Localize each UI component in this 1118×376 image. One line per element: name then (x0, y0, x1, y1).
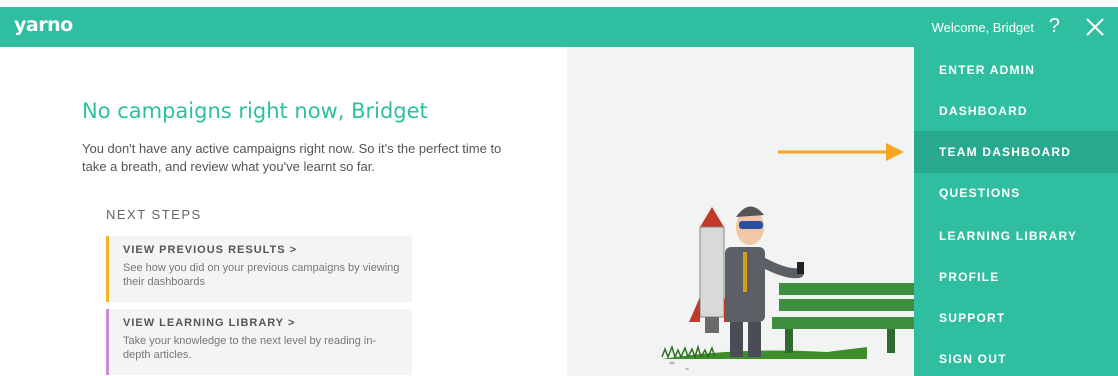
close-icon[interactable] (1084, 13, 1106, 41)
menu-item-enter-admin[interactable]: ENTER ADMIN (914, 49, 1118, 91)
welcome-text: Welcome, Bridget (931, 20, 1034, 35)
illustration-graphic (661, 206, 914, 370)
intro-text: You don't have any active campaigns righ… (82, 141, 502, 174)
help-icon[interactable]: ? (1049, 15, 1060, 38)
menu-item-dashboard[interactable]: DASHBOARD (914, 90, 1118, 132)
next-steps-heading: NEXT STEPS (106, 207, 202, 222)
main-content: No campaigns right now, Bridget You don'… (0, 47, 567, 376)
view-previous-results-card[interactable]: VIEW PREVIOUS RESULTS > See how you did … (106, 236, 412, 302)
page-title: No campaigns right now, Bridget (82, 99, 428, 123)
menu-item-questions[interactable]: QUESTIONS (914, 172, 1118, 214)
menu-item-support[interactable]: SUPPORT (914, 297, 1118, 339)
menu-item-team-dashboard[interactable]: TEAM DASHBOARD (914, 131, 1118, 173)
arrow-right-icon (778, 143, 904, 161)
card-title[interactable]: VIEW PREVIOUS RESULTS > (123, 244, 400, 256)
yarno-logo[interactable]: yarno (14, 14, 73, 36)
rocket-businessman-illustration (567, 47, 914, 376)
card-title[interactable]: VIEW LEARNING LIBRARY > (123, 317, 400, 329)
top-nav-bar: yarno Welcome, Bridget ? (0, 7, 1118, 47)
dropdown-menu: ENTER ADMIN DASHBOARD TEAM DASHBOARD QUE… (914, 47, 1118, 376)
menu-item-profile[interactable]: PROFILE (914, 256, 1118, 298)
card-description: See how you did on your previous campaig… (123, 262, 400, 288)
view-learning-library-card[interactable]: VIEW LEARNING LIBRARY > Take your knowle… (106, 309, 412, 375)
menu-item-sign-out[interactable]: SIGN OUT (914, 338, 1118, 376)
menu-item-learning-library[interactable]: LEARNING LIBRARY (914, 215, 1118, 257)
card-description: Take your knowledge to the next level by… (123, 335, 377, 361)
